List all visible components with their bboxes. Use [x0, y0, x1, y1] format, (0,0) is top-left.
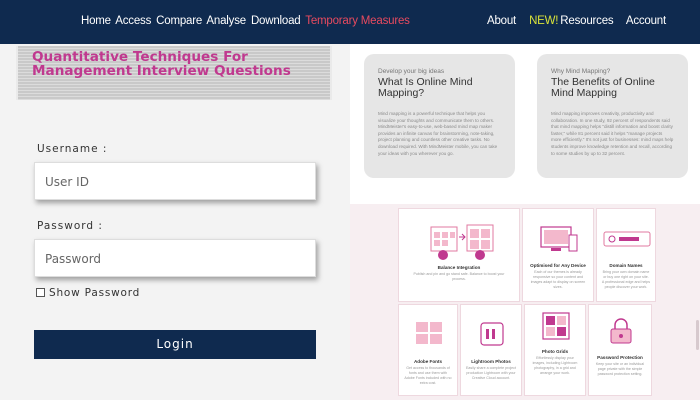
- feature-title: Balance Integration: [437, 265, 481, 270]
- new-badge: NEW!: [529, 15, 559, 27]
- feature-tile-devices[interactable]: Optimised for Any Device Each of our the…: [522, 208, 594, 302]
- password-placeholder: Password: [45, 252, 102, 266]
- nav-left-links: Home Access Compare Analyse Download Tem…: [81, 15, 412, 27]
- photo-grid-icon: [542, 312, 570, 340]
- feature-desc: Effortlessly display your images, includ…: [532, 356, 578, 375]
- feature-title: Optimised for Any Device: [530, 263, 586, 268]
- banner-image: Quantitative Techniques For Management I…: [16, 46, 332, 100]
- username-input[interactable]: User ID: [34, 162, 316, 200]
- feature-desc: Bring your own domain name or buy one ri…: [601, 270, 651, 289]
- nav-home-link[interactable]: Home: [81, 15, 111, 27]
- card-title: What Is Online Mind Mapping?: [378, 76, 473, 99]
- nav-resources-link[interactable]: Resources: [560, 15, 613, 27]
- banner-text: Quantitative Techniques For Management I…: [32, 49, 291, 79]
- nav-analyse-link[interactable]: Analyse: [206, 15, 246, 27]
- features-grid: Balance Integration Publish and pin and …: [350, 204, 700, 400]
- password-label: Password :: [37, 220, 103, 232]
- feature-desc: Easily share a complete project producti…: [466, 366, 516, 380]
- fonts-icon: [416, 322, 442, 344]
- domain-icon: [603, 231, 651, 247]
- info-card-what-is: Develop your big ideas What Is Online Mi…: [364, 54, 515, 178]
- nav-download-link[interactable]: Download: [251, 15, 301, 27]
- show-password-checkbox[interactable]: [36, 288, 45, 297]
- card-body: Mind mapping is a powerful technique tha…: [378, 111, 498, 156]
- feature-tile-fonts[interactable]: Adobe Fonts Get access to thousands of f…: [398, 304, 458, 396]
- login-button[interactable]: Login: [34, 330, 316, 359]
- nav-account-link[interactable]: Account: [626, 15, 666, 27]
- username-label: Username :: [37, 143, 108, 155]
- feature-title: Photo Grids: [541, 349, 569, 354]
- info-card-benefits: Why Mind Mapping? The Benefits of Online…: [537, 54, 688, 178]
- lock-icon: [610, 318, 632, 344]
- feature-title: Lightroom Photos: [471, 359, 511, 364]
- feature-title: Domain Names: [609, 263, 643, 268]
- nav-about-link[interactable]: About: [487, 15, 516, 27]
- feature-desc: Each of our themes is already responsive…: [530, 270, 586, 289]
- show-password-label[interactable]: Show Password: [49, 287, 140, 299]
- devices-icon: [540, 226, 578, 252]
- feature-tile-lightroom[interactable]: Lightroom Photos Easily share a complete…: [460, 304, 522, 396]
- login-panel: Quantitative Techniques For Management I…: [0, 44, 350, 400]
- nav-right-links: About NEW! Resources Account: [487, 15, 676, 27]
- feature-tile-balance[interactable]: Balance Integration Publish and pin and …: [398, 208, 520, 302]
- username-placeholder: User ID: [45, 175, 89, 189]
- card-body: Mind mapping improves creativity, produc…: [551, 111, 674, 156]
- scrollbar-thumb[interactable]: [696, 320, 699, 350]
- nav-compare-link[interactable]: Compare: [156, 15, 202, 27]
- feature-title: Adobe Fonts: [413, 359, 443, 364]
- nav-access-link[interactable]: Access: [115, 15, 151, 27]
- feature-desc: Keep your site or an individual page pri…: [595, 362, 645, 376]
- feature-title: Password Protection: [597, 355, 643, 360]
- password-input[interactable]: Password: [34, 239, 316, 277]
- top-nav: Home Access Compare Analyse Download Tem…: [0, 0, 700, 44]
- card-subtitle: Develop your big ideas: [378, 68, 445, 75]
- feature-desc: Get access to thousands of fonts and use…: [404, 366, 452, 385]
- card-title: The Benefits of Online Mind Mapping: [551, 76, 655, 99]
- feature-tile-photo-grids[interactable]: Photo Grids Effortlessly display your im…: [524, 304, 586, 396]
- card-subtitle: Why Mind Mapping?: [551, 68, 611, 75]
- feature-tile-password[interactable]: Password Protection Keep your site or an…: [588, 304, 652, 396]
- lightroom-icon: [480, 322, 504, 346]
- integration-icon: [430, 224, 494, 260]
- feature-tile-domain[interactable]: Domain Names Bring your own domain name …: [596, 208, 656, 302]
- feature-desc: Publish and pin and go stand safe. Balan…: [413, 272, 505, 281]
- info-cards-section: Develop your big ideas What Is Online Mi…: [350, 44, 700, 204]
- nav-temporary-measures-link[interactable]: Temporary Measures: [305, 15, 410, 27]
